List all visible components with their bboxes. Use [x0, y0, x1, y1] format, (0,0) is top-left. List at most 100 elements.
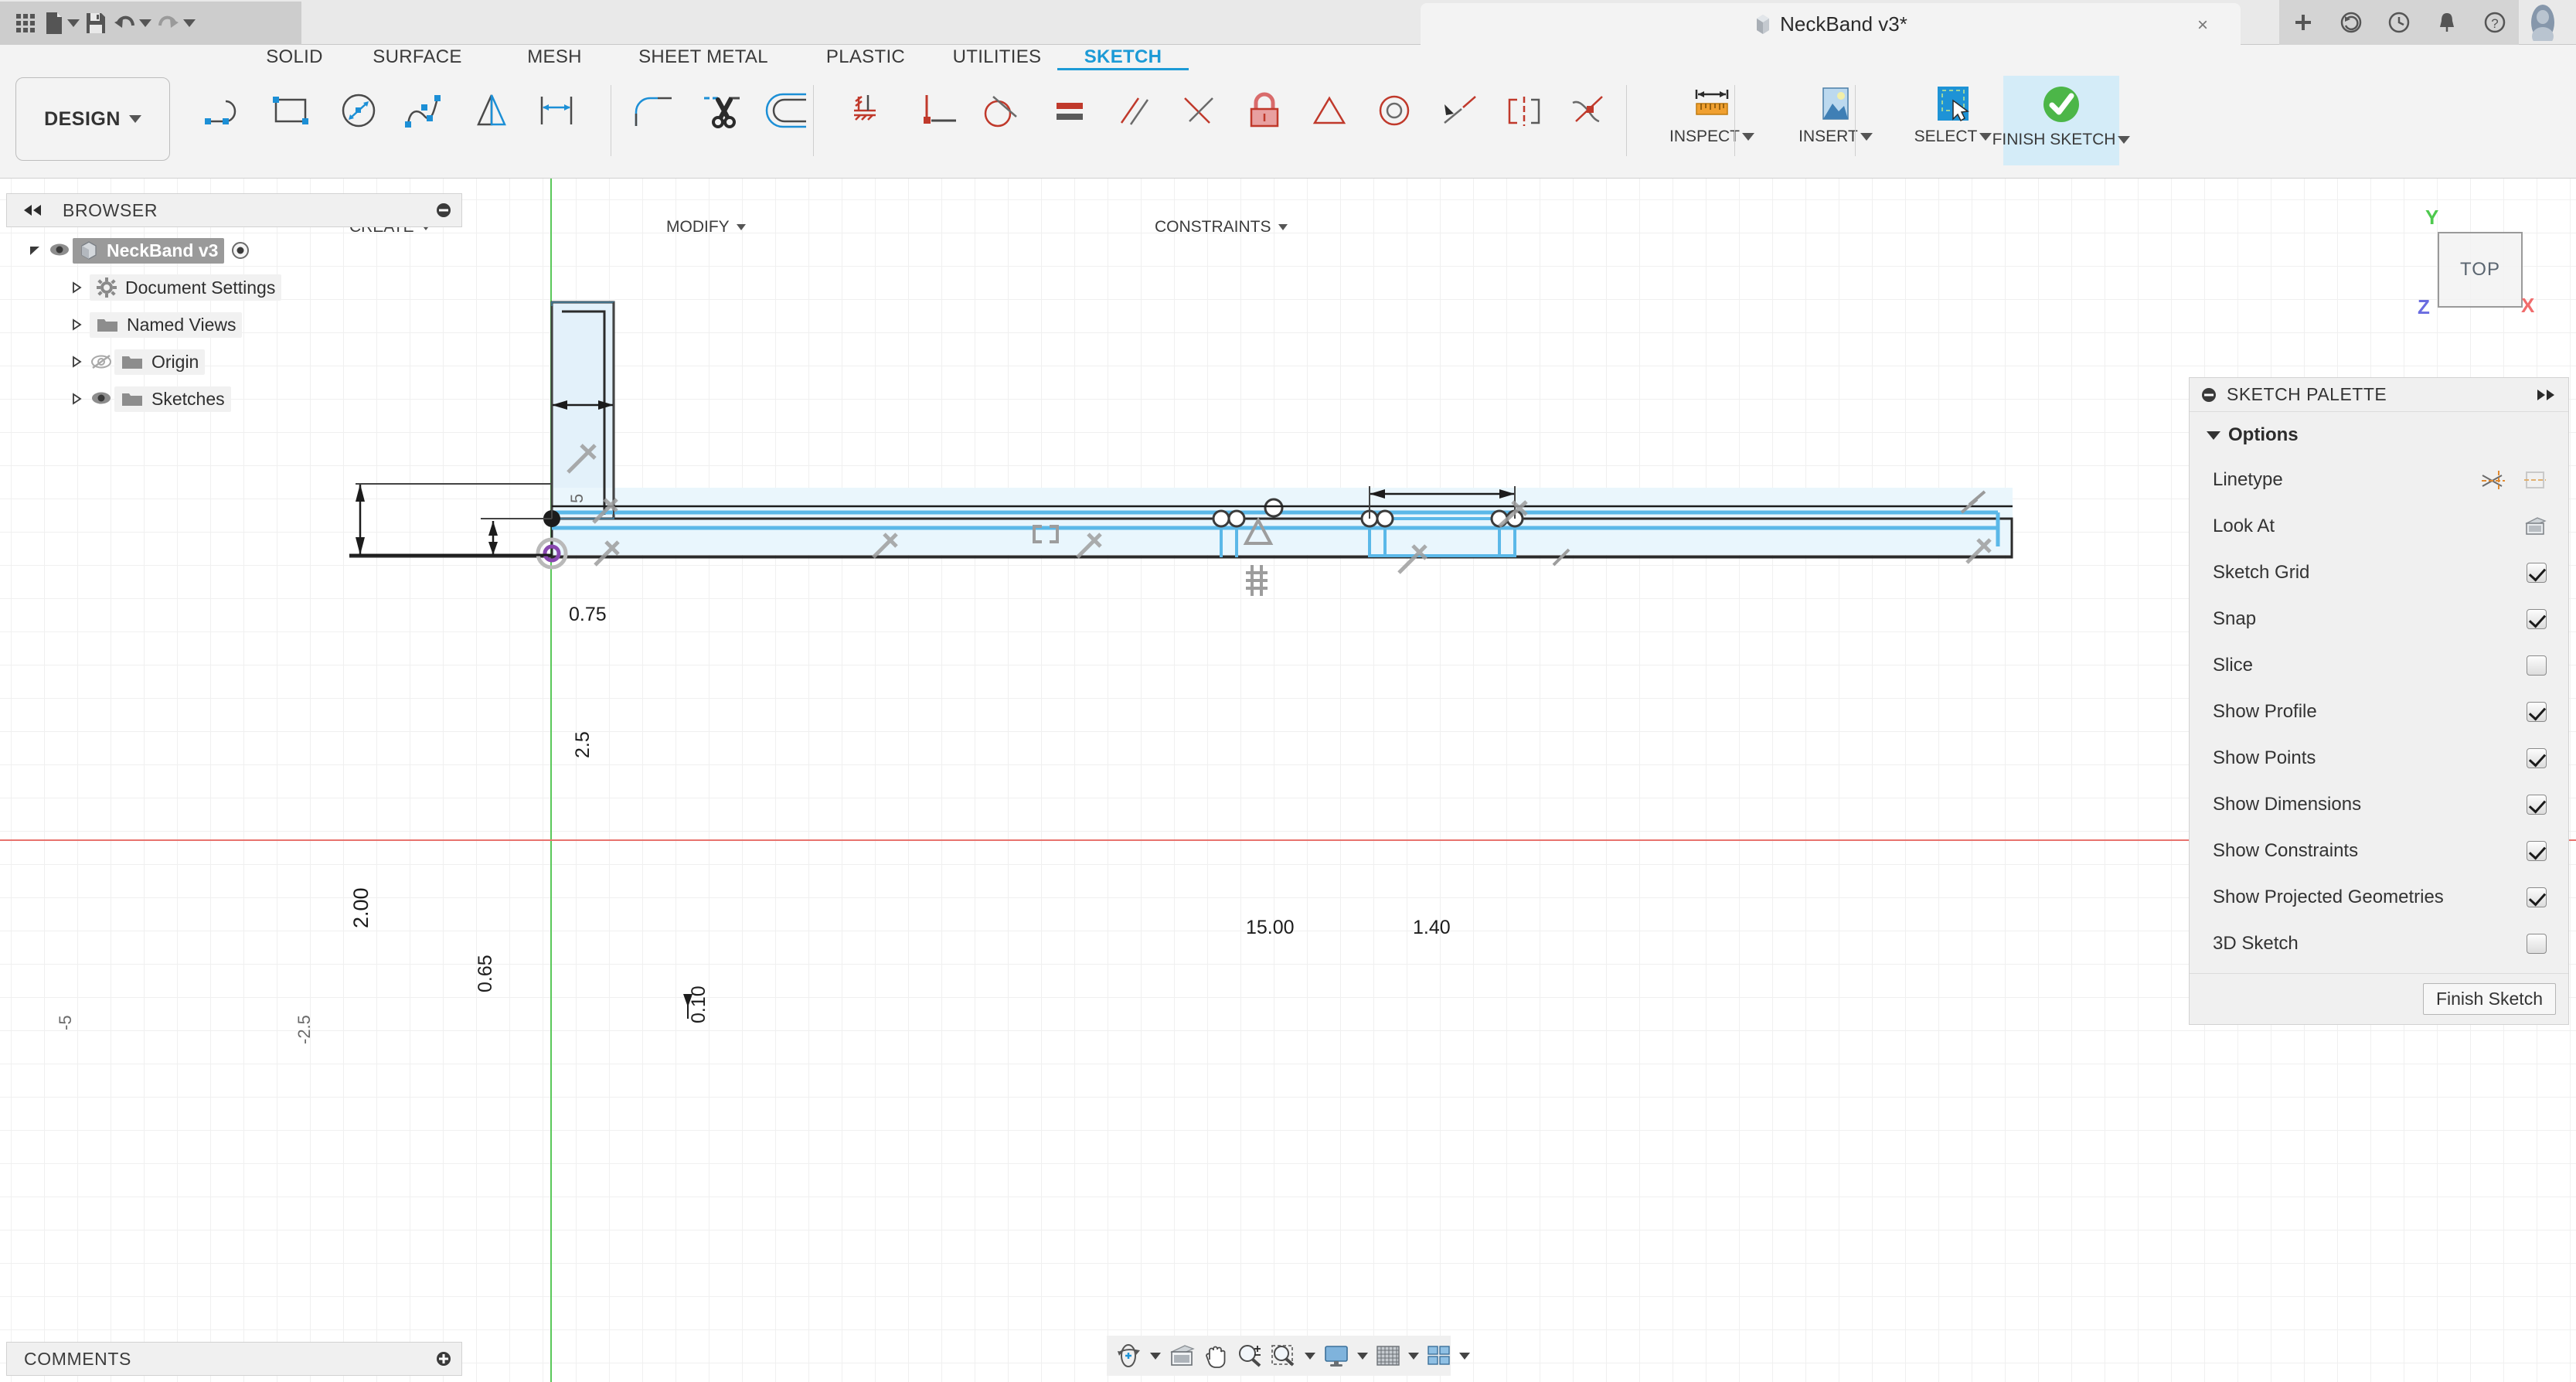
- expand-arrow-icon[interactable]: [70, 318, 90, 332]
- dimension-text[interactable]: 2.5: [572, 731, 594, 758]
- chevron-down-icon[interactable]: [1459, 1352, 1470, 1360]
- sketch-palette-header[interactable]: SKETCH PALETTE: [2190, 378, 2568, 412]
- construction-line-icon[interactable]: [2480, 469, 2506, 491]
- equal-constraint[interactable]: [1042, 82, 1097, 139]
- tangent-constraint[interactable]: [975, 82, 1031, 139]
- chevron-down-icon[interactable]: [1357, 1352, 1368, 1360]
- dimension-text[interactable]: 15.00: [1246, 917, 1295, 939]
- midpoint-constraint[interactable]: [1302, 82, 1357, 139]
- new-document-button[interactable]: [43, 4, 80, 43]
- pan-button[interactable]: [1200, 1339, 1232, 1373]
- visibility-eye-hidden-icon[interactable]: [90, 353, 114, 370]
- workspace-switcher-design[interactable]: DESIGN: [15, 77, 170, 161]
- comments-panel-header[interactable]: COMMENTS: [6, 1342, 462, 1376]
- horizontal-vertical-constraint[interactable]: [841, 82, 897, 139]
- sketch-dimension-tool[interactable]: [529, 82, 584, 139]
- dimension-text[interactable]: 0.65: [475, 955, 497, 992]
- view-cube-top-face[interactable]: TOP: [2438, 232, 2523, 308]
- tree-item-neckband[interactable]: NeckBand v3: [6, 232, 462, 269]
- save-button[interactable]: [84, 4, 107, 43]
- minus-circle-icon[interactable]: [435, 202, 452, 219]
- modify-group-menu[interactable]: MODIFY: [666, 218, 746, 237]
- plus-circle-icon[interactable]: [435, 1350, 452, 1367]
- chevron-down-icon[interactable]: [1305, 1352, 1315, 1360]
- orbit-button[interactable]: [1111, 1339, 1145, 1373]
- show-constraints-checkbox[interactable]: [2527, 841, 2547, 861]
- options-section-header[interactable]: Options: [2190, 424, 2568, 457]
- look-at-icon[interactable]: [2523, 516, 2547, 536]
- line-tool[interactable]: [196, 82, 251, 139]
- notifications-button[interactable]: [2423, 0, 2471, 45]
- tab-plastic[interactable]: PLASTIC: [796, 45, 935, 70]
- tree-item-chip[interactable]: Named Views: [90, 311, 243, 338]
- view-cube[interactable]: TOP Y X Z: [2418, 206, 2534, 318]
- expand-arrow-icon[interactable]: [70, 392, 90, 406]
- offset-tool[interactable]: [761, 82, 816, 139]
- dimension-text[interactable]: 1.40: [1413, 917, 1451, 939]
- tree-item-chip[interactable]: NeckBand v3: [73, 237, 225, 264]
- sketch-grid-checkbox[interactable]: [2527, 563, 2547, 583]
- show-points-checkbox[interactable]: [2527, 748, 2547, 768]
- dimension-text[interactable]: 0.75: [569, 604, 607, 626]
- zoom-window-button[interactable]: [1268, 1339, 1300, 1373]
- viewports-button[interactable]: [1424, 1339, 1455, 1373]
- parallel-constraint[interactable]: [1107, 82, 1162, 139]
- app-grid-button[interactable]: [12, 4, 39, 43]
- coincident-constraint[interactable]: [910, 82, 966, 139]
- show-projected-geometries-checkbox[interactable]: [2527, 887, 2547, 907]
- show-profile-checkbox[interactable]: [2527, 702, 2547, 722]
- tab-solid[interactable]: SOLID: [233, 45, 356, 70]
- 3d-sketch-checkbox[interactable]: [2527, 934, 2547, 954]
- collapse-left-icon[interactable]: [21, 203, 46, 217]
- tree-item-chip[interactable]: Sketches: [114, 386, 231, 412]
- tree-item-chip[interactable]: Origin: [114, 349, 206, 375]
- tree-item-named-views[interactable]: Named Views: [6, 306, 462, 343]
- tab-sketch[interactable]: SKETCH: [1057, 45, 1189, 70]
- zoom-button[interactable]: [1234, 1339, 1266, 1373]
- tree-item-sketches[interactable]: Sketches: [6, 380, 462, 417]
- browser-panel-header[interactable]: BROWSER: [6, 193, 462, 227]
- constraints-group-menu[interactable]: CONSTRAINTS: [1155, 218, 1288, 237]
- double-chevron-right-icon[interactable]: [2534, 388, 2557, 402]
- tree-item-chip[interactable]: Document Settings: [90, 274, 282, 301]
- tab-sheet-metal[interactable]: SHEET METAL: [595, 45, 812, 70]
- fillet-tool[interactable]: [626, 82, 682, 139]
- select-menu[interactable]: SELECT: [1903, 76, 2003, 165]
- insert-menu[interactable]: INSERT: [1785, 76, 1886, 165]
- concentric-constraint[interactable]: [1366, 82, 1422, 139]
- tab-utilities[interactable]: UTILITIES: [920, 45, 1074, 70]
- mirror-tool[interactable]: [464, 82, 519, 139]
- slice-checkbox[interactable]: [2527, 655, 2547, 676]
- spline-tool[interactable]: [396, 82, 452, 139]
- inspect-menu[interactable]: INSPECT: [1662, 76, 1762, 165]
- help-button[interactable]: ?: [2471, 0, 2519, 45]
- perpendicular-constraint[interactable]: [1172, 82, 1227, 139]
- tab-surface[interactable]: SURFACE: [340, 45, 495, 70]
- redo-button[interactable]: [156, 4, 196, 43]
- minus-circle-icon[interactable]: [2200, 386, 2217, 403]
- close-icon[interactable]: ×: [2197, 16, 2208, 35]
- visibility-eye-icon[interactable]: [48, 242, 73, 259]
- refresh-button[interactable]: [2327, 0, 2375, 45]
- visibility-eye-icon[interactable]: [90, 390, 114, 407]
- expand-arrow-icon[interactable]: [70, 281, 90, 294]
- add-tab-button[interactable]: [2279, 0, 2327, 45]
- expand-arrow-icon[interactable]: [28, 243, 48, 257]
- tree-item-origin[interactable]: Origin: [6, 343, 462, 380]
- job-status-button[interactable]: [2375, 0, 2423, 45]
- expand-arrow-icon[interactable]: [70, 355, 90, 369]
- chevron-down-icon[interactable]: [1150, 1352, 1161, 1360]
- dimension-text[interactable]: 2.00: [349, 887, 373, 928]
- symmetry-constraint[interactable]: [1496, 82, 1552, 139]
- trim-tool[interactable]: [694, 82, 750, 139]
- centerline-icon[interactable]: [2523, 469, 2547, 491]
- show-dimensions-checkbox[interactable]: [2527, 795, 2547, 815]
- tree-item-document-settings[interactable]: Document Settings: [6, 269, 462, 306]
- display-settings-button[interactable]: [1320, 1339, 1353, 1373]
- rectangle-tool[interactable]: [263, 82, 318, 139]
- collinear-constraint[interactable]: [1431, 82, 1487, 139]
- document-tab[interactable]: NeckBand v3* ×: [1421, 3, 2241, 45]
- circle-tool[interactable]: [331, 82, 386, 139]
- curvature-constraint[interactable]: [1561, 82, 1617, 139]
- snap-checkbox[interactable]: [2527, 609, 2547, 629]
